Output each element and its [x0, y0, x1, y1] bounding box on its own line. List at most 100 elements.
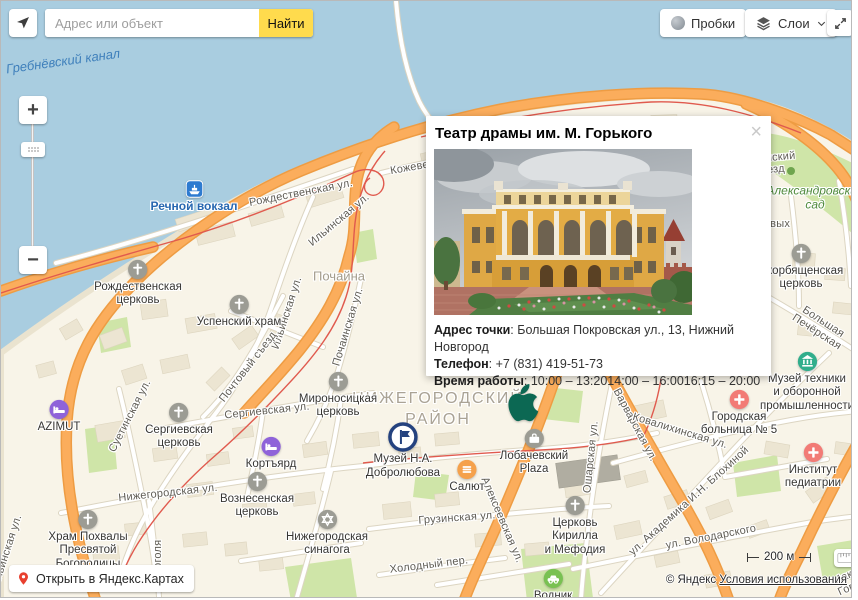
poi-church[interactable]: Сергиевская церковь [145, 402, 213, 451]
chevron-down-icon [816, 18, 827, 29]
search-input[interactable] [45, 9, 259, 37]
church-icon [77, 509, 98, 530]
poi-church[interactable]: Мироносицкая церковь [299, 371, 377, 420]
poi-label: Мироносицкая церковь [299, 393, 377, 420]
poi-label: Водник [534, 590, 572, 598]
map-label-street: Холодный пер. [389, 554, 469, 576]
poi-label: Институт педиатрии [785, 464, 841, 491]
geolocation-button[interactable] [9, 9, 37, 37]
map-pin-icon [16, 571, 31, 586]
poi-food[interactable]: Салют [449, 459, 484, 495]
museum-icon [797, 351, 818, 372]
map-label-street: Рождественская ул. [248, 177, 354, 209]
traffic-light-icon [671, 16, 685, 30]
zoom-out-button[interactable]: − [19, 246, 47, 274]
poi-church[interactable]: Вознесенская церковь [220, 471, 294, 520]
traffic-label: Пробки [691, 16, 735, 31]
layers-label: Слои [778, 16, 810, 31]
popup-title: Театр драмы им. М. Горького [426, 116, 771, 149]
terms-of-use-link[interactable]: Условия использования [719, 574, 847, 586]
poi-label: Вознесенская церковь [220, 493, 294, 520]
map-label-park: Александровский сад [766, 184, 851, 213]
fullscreen-button[interactable] [827, 10, 851, 36]
search-bar: Найти [45, 9, 313, 37]
poi-synagogue[interactable]: Нижегородская синагога [286, 509, 368, 558]
map-label-street: Почтовый съезд [217, 330, 279, 405]
attribution: © Яндекс Условия использования [666, 574, 847, 586]
museum-flag-icon [388, 422, 418, 452]
map-label-street: Варварская ул. [611, 387, 660, 464]
church-icon [228, 294, 249, 315]
poi-hotel[interactable]: AZIMUT [38, 399, 81, 435]
poi-sport[interactable]: Водник [534, 568, 572, 598]
popup-info: Адрес точки: Большая Покровская ул., 13,… [426, 315, 771, 398]
sport-icon [543, 568, 564, 589]
poi-label: Городская больница № 5 [701, 411, 777, 438]
church-icon [328, 371, 349, 392]
open-in-yandex-maps-button[interactable]: Открыть в Яндекс.Картах [9, 565, 194, 592]
poi-church[interactable]: Скорбященская церковь [759, 243, 844, 292]
ruler-icon [837, 552, 851, 564]
poi-label: Рождественская церковь [94, 281, 182, 308]
hospital-icon [802, 442, 823, 463]
traffic-button[interactable]: Пробки [660, 9, 746, 37]
popup-address-row: Адрес точки: Большая Покровская ул., 13,… [434, 322, 761, 356]
church-icon [127, 259, 148, 280]
map-label-street: Ошарская ул. [581, 420, 601, 493]
map-label-street: ул. Академика И.Н. Блохиной [627, 444, 752, 558]
poi-label: Сергиевская церковь [145, 424, 213, 451]
open-in-yandex-maps-label: Открыть в Яндекс.Картах [36, 572, 184, 586]
popup-hours-row: Время работы: 10:00 – 13:2014:00 – 16:00… [434, 373, 761, 390]
layers-icon [755, 15, 772, 32]
copyright-text: © Яндекс [666, 574, 716, 586]
expand-arrows-icon [833, 16, 848, 31]
zoom-slider-handle[interactable] [21, 142, 45, 157]
ship-icon [185, 180, 203, 198]
poi-ship[interactable]: Речной вокзал [151, 180, 238, 213]
zoom-in-button[interactable]: + [19, 96, 47, 124]
poi-hospital[interactable]: Институт педиатрии [785, 442, 841, 491]
poi-label: Успенский храм [197, 316, 282, 330]
yandex-maps-widget: Гребнёвский каналКожевенная ул.Рождестве… [0, 0, 858, 600]
synagogue-icon [317, 509, 338, 530]
map-label-street: Алексеевская ул. [479, 475, 526, 564]
map-label-street: Большая Печёрская [790, 302, 850, 353]
map-label-water: Гребнёвский канал [5, 46, 121, 77]
map-label-street: Грузинская ул. [418, 509, 496, 526]
map-label-street: Почаинская ул. [330, 286, 365, 367]
food-icon [457, 459, 478, 480]
poi-label: Салют [449, 481, 484, 495]
poi-church[interactable]: Церковь Кирилла и Мефодия [545, 495, 606, 558]
poi-church[interactable]: Успенский храм [197, 294, 282, 330]
church-icon [169, 402, 190, 423]
church-icon [564, 495, 585, 516]
business-icon [524, 428, 545, 449]
close-icon[interactable]: × [750, 122, 762, 142]
poi-museum-flag[interactable]: Музей Н.А. Добролюбова [366, 422, 440, 480]
church-icon [791, 243, 812, 264]
poi-label: Кортъярд [246, 458, 297, 472]
map-scale: 200 м [747, 550, 811, 564]
popup-phone-row: Телефон: +7 (831) 419-51-73 [434, 356, 761, 373]
ruler-button[interactable] [834, 549, 851, 567]
poi-church[interactable]: Рождественская церковь [94, 259, 182, 308]
scale-value: 200 м [759, 551, 799, 563]
hotel-icon [49, 399, 70, 420]
hotel-icon [260, 436, 281, 457]
poi-business[interactable]: Лобачевский Plaza [500, 428, 568, 477]
poi-church[interactable]: Храм Похвалы Пресвятой Богородицы [48, 509, 127, 572]
map-label-street: Ильинская ул. [306, 191, 371, 249]
poi-label: AZIMUT [38, 421, 81, 435]
poi-museum[interactable]: Музей техники и оборонной промышленности [760, 351, 851, 414]
geolocation-arrow-icon [15, 15, 31, 31]
map-label-street: Сергиевская ул. [224, 401, 310, 422]
poi-label: Скорбященская церковь [759, 265, 844, 292]
poi-label: Нижегородская синагога [286, 531, 368, 558]
layers-button[interactable]: Слои [745, 9, 837, 37]
theater-photo [434, 149, 692, 315]
poi-label: Лобачевский Plaza [500, 450, 568, 477]
poi-label: Музей техники и оборонной промышленности [760, 373, 851, 414]
map-viewport[interactable]: Гребнёвский каналКожевенная ул.Рождестве… [1, 1, 851, 597]
search-button[interactable]: Найти [259, 9, 313, 37]
poi-hotel[interactable]: Кортъярд [246, 436, 297, 472]
